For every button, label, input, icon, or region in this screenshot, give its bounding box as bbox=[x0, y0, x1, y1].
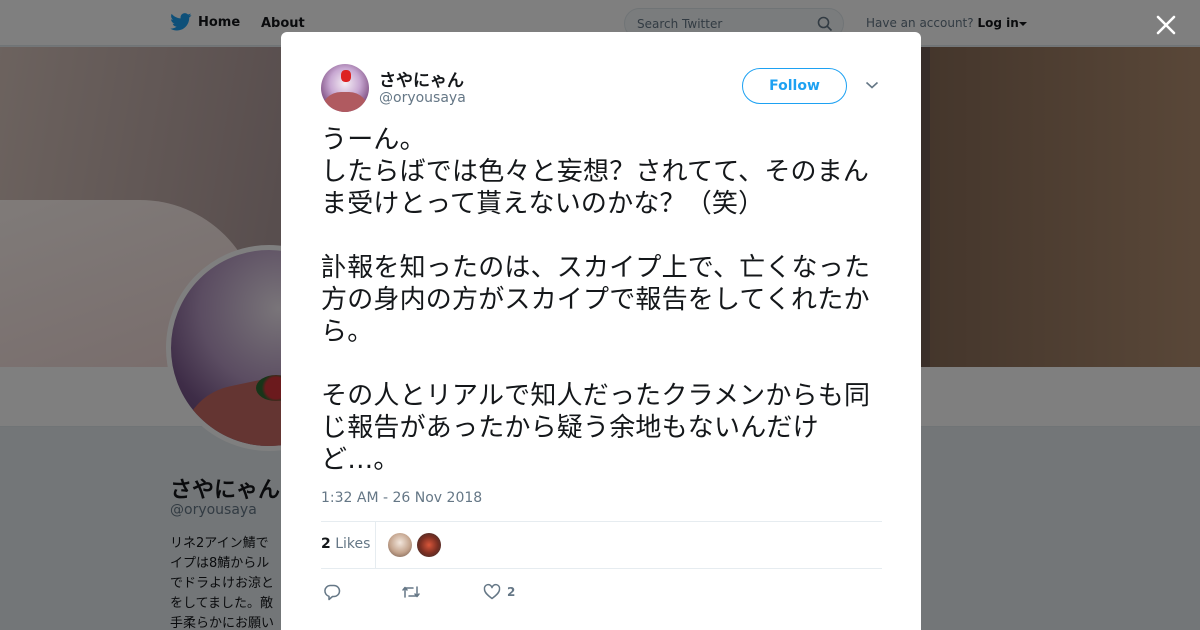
retweet-button[interactable] bbox=[401, 580, 421, 604]
tweet-author-avatar[interactable] bbox=[321, 64, 369, 112]
retweet-icon bbox=[402, 586, 420, 598]
likes-label: Likes bbox=[335, 536, 371, 552]
tweet-timestamp[interactable]: 1:32 AM - 26 Nov 2018 bbox=[321, 490, 482, 506]
likes-count: 2 bbox=[321, 536, 331, 552]
tweet-author-handle[interactable]: @oryousaya bbox=[379, 90, 466, 106]
tweet-stats: 2 Likes bbox=[321, 521, 882, 569]
tweet-author-name[interactable]: さやにゃん bbox=[379, 66, 464, 91]
liker-avatar[interactable] bbox=[417, 533, 441, 557]
tweet-modal: さやにゃん @oryousaya Follow うーん。 したらばでは色々と妄想… bbox=[281, 32, 921, 630]
like-count: 2 bbox=[507, 585, 516, 599]
close-icon[interactable] bbox=[1153, 12, 1179, 38]
follow-button[interactable]: Follow bbox=[742, 68, 847, 104]
chevron-down-icon[interactable] bbox=[865, 80, 879, 90]
tweet-actions: 2 bbox=[321, 580, 621, 604]
stats-divider bbox=[375, 522, 376, 569]
like-button[interactable]: 2 bbox=[483, 580, 515, 604]
liker-avatar[interactable] bbox=[388, 533, 412, 557]
likes-stat[interactable]: 2 Likes bbox=[321, 536, 370, 552]
reply-icon bbox=[324, 584, 341, 601]
reply-button[interactable] bbox=[323, 580, 341, 604]
heart-icon bbox=[483, 583, 501, 600]
tweet-text: うーん。 したらばでは色々と妄想？されてて、そのまんま受けとって貰えないのかな？… bbox=[321, 125, 871, 475]
